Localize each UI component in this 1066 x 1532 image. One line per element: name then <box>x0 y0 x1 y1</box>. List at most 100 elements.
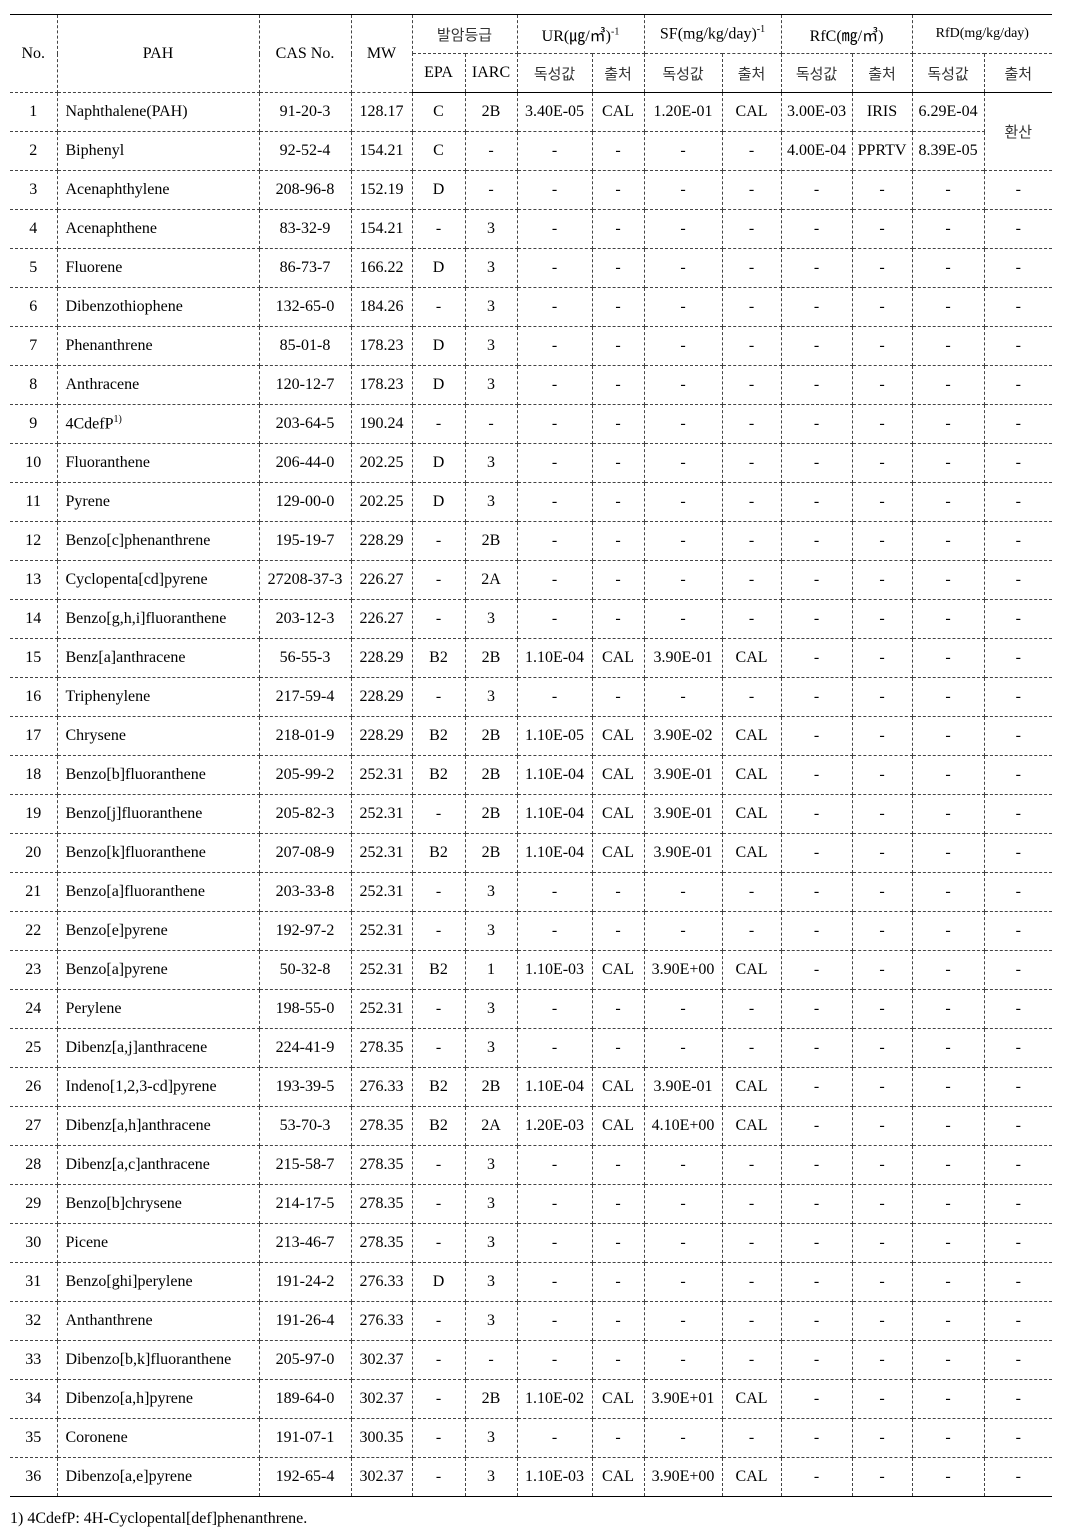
cell-sf-source: - <box>721 326 782 366</box>
cell-no: 21 <box>10 872 58 912</box>
cell-rfc-value: - <box>780 1223 853 1263</box>
header-iarc: IARC <box>464 53 518 93</box>
table-row: 23 Benzo[a]pyrene 50-32-8 252.31 B2 1 1.10E-03… <box>10 950 1053 990</box>
cell-sf-value: 3.90E-01 <box>643 755 723 795</box>
cell-rfd-source: - <box>983 716 1053 756</box>
cell-ur-source: - <box>591 1145 645 1185</box>
cell-ur-value: 1.10E-04 <box>516 755 593 795</box>
cell-ur-source: - <box>591 599 645 639</box>
cell-sf-value: - <box>643 560 723 600</box>
cell-rfc-value: - <box>780 287 853 327</box>
cell-rfc-source: - <box>851 365 913 405</box>
cell-rfc-value: - <box>780 1457 853 1497</box>
cell-epa: - <box>411 677 466 717</box>
cell-epa: - <box>411 794 466 834</box>
cell-ur-source: - <box>591 404 645 444</box>
cell-rfd-source: - <box>983 209 1053 249</box>
cell-rfd-source: - <box>983 950 1053 990</box>
cell-sf-source: - <box>721 1301 782 1341</box>
cell-epa: - <box>411 209 466 249</box>
cell-rfc-value: 3.00E-03 <box>780 92 853 132</box>
cell-iarc: - <box>464 131 518 171</box>
cell-sf-source: CAL <box>721 1106 782 1146</box>
cell-epa: - <box>411 1418 466 1458</box>
cell-pah: Benzo[a]pyrene <box>56 950 260 990</box>
cell-no: 30 <box>10 1223 58 1263</box>
cell-cas: 191-26-4 <box>258 1301 352 1341</box>
header-rfd-value: 독성값 <box>911 53 985 93</box>
cell-epa: B2 <box>411 638 466 678</box>
cell-ur-source: - <box>591 443 645 483</box>
cell-sf-value: - <box>643 170 723 210</box>
cell-rfd-value: - <box>911 560 985 600</box>
cell-cas: 191-07-1 <box>258 1418 352 1458</box>
cell-ur-source: CAL <box>591 1379 645 1419</box>
cell-no: 17 <box>10 716 58 756</box>
cell-ur-source: - <box>591 131 645 171</box>
cell-rfc-source: - <box>851 209 913 249</box>
cell-mw: 202.25 <box>350 443 413 483</box>
table-row: 21 Benzo[a]fluoranthene 203-33-8 252.31-3- -… <box>10 872 1053 912</box>
cell-no: 26 <box>10 1067 58 1107</box>
cell-rfd-source: - <box>983 560 1053 600</box>
cell-iarc: 2B <box>464 1379 518 1419</box>
cell-epa: D <box>411 248 466 288</box>
cell-cas: 203-64-5 <box>258 404 352 444</box>
cell-sf-value: 3.90E-01 <box>643 833 723 873</box>
cell-ur-value: - <box>516 560 593 600</box>
cell-no: 6 <box>10 287 58 327</box>
cell-ur-value: 1.10E-03 <box>516 950 593 990</box>
cell-rfc-source: - <box>851 599 913 639</box>
cell-iarc: 3 <box>464 1028 518 1068</box>
cell-no: 4 <box>10 209 58 249</box>
header-rfc-source: 출처 <box>851 53 913 93</box>
cell-mw: 178.23 <box>350 365 413 405</box>
cell-mw: 278.35 <box>350 1223 413 1263</box>
cell-epa: - <box>411 1028 466 1068</box>
cell-ur-source: CAL <box>591 1067 645 1107</box>
cell-mw: 154.21 <box>350 209 413 249</box>
cell-rfd-value: - <box>911 1145 985 1185</box>
cell-pah: Triphenylene <box>56 677 260 717</box>
cell-rfd-value: - <box>911 443 985 483</box>
cell-pah: Benzo[c]phenanthrene <box>56 521 260 561</box>
cell-pah: Picene <box>56 1223 260 1263</box>
cell-sf-value: - <box>643 326 723 366</box>
cell-cas: 208-96-8 <box>258 170 352 210</box>
cell-ur-source: - <box>591 287 645 327</box>
cell-pah: Dibenzothiophene <box>56 287 260 327</box>
cell-ur-value: - <box>516 521 593 561</box>
cell-cas: 214-17-5 <box>258 1184 352 1224</box>
header-no: No. <box>10 14 58 93</box>
cell-cas: 92-52-4 <box>258 131 352 171</box>
cell-rfc-source: - <box>851 326 913 366</box>
table-row: 9 4CdefP1) 203-64-5 190.24- - - - - - - - - - <box>10 404 1053 444</box>
cell-ur-value: - <box>516 287 593 327</box>
cell-mw: 166.22 <box>350 248 413 288</box>
cell-mw: 178.23 <box>350 326 413 366</box>
cell-pah: Acenaphthylene <box>56 170 260 210</box>
cell-ur-source: CAL <box>591 794 645 834</box>
cell-cas: 206-44-0 <box>258 443 352 483</box>
cell-mw: 300.35 <box>350 1418 413 1458</box>
cell-rfc-source: - <box>851 248 913 288</box>
cell-rfc-value: - <box>780 1184 853 1224</box>
cell-rfd-source: - <box>983 170 1053 210</box>
cell-epa: D <box>411 1262 466 1302</box>
cell-no: 13 <box>10 560 58 600</box>
cell-epa: - <box>411 1184 466 1224</box>
cell-cas: 86-73-7 <box>258 248 352 288</box>
cell-cas: 205-82-3 <box>258 794 352 834</box>
cell-rfc-value: - <box>780 989 853 1029</box>
cell-rfc-source: - <box>851 1457 913 1497</box>
cell-no: 7 <box>10 326 58 366</box>
cell-epa: C <box>411 92 466 132</box>
cell-no: 9 <box>10 404 58 444</box>
cell-rfc-value: - <box>780 482 853 522</box>
cell-epa: - <box>411 1145 466 1185</box>
cell-no: 5 <box>10 248 58 288</box>
cell-epa: - <box>411 1301 466 1341</box>
cell-cas: 53-70-3 <box>258 1106 352 1146</box>
cell-ur-source: - <box>591 677 645 717</box>
cell-rfd-value: - <box>911 1223 985 1263</box>
